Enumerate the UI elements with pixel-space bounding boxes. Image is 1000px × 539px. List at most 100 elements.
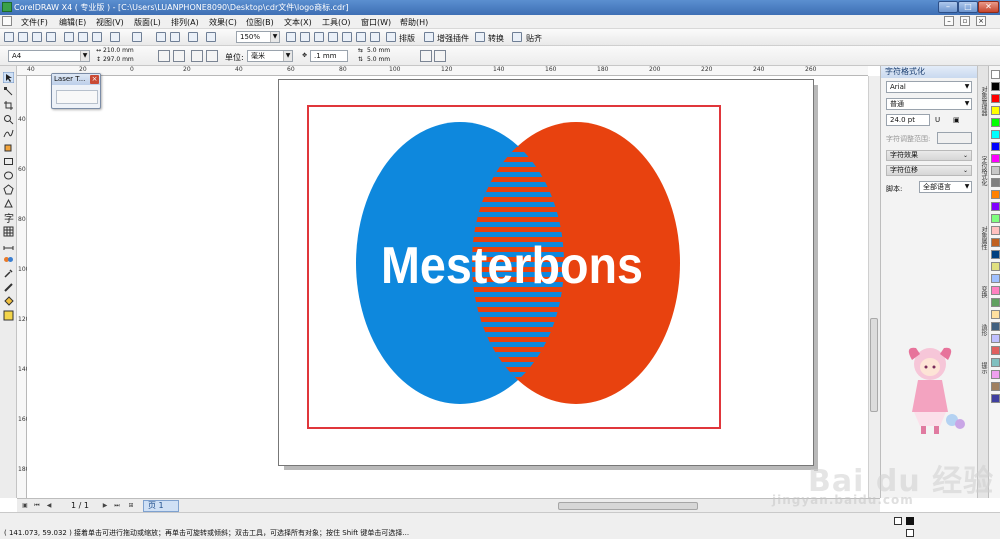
table-tool-icon[interactable]: [3, 226, 14, 237]
duplicate-x-field[interactable]: 5.0 mm: [367, 47, 390, 54]
page-width-field[interactable]: 210.0 mm: [103, 47, 134, 54]
all-pages-button[interactable]: [191, 50, 203, 62]
palette-swatch[interactable]: [991, 310, 1000, 319]
tab-character-formatting[interactable]: 字符格式化: [979, 156, 988, 216]
font-style-select[interactable]: 普通 ▼: [886, 98, 972, 110]
palette-swatch[interactable]: [991, 118, 1000, 127]
next-page-button[interactable]: ▶: [101, 502, 109, 510]
menu-window[interactable]: 窗口(W): [361, 17, 391, 28]
redo-icon[interactable]: [132, 32, 142, 42]
convert-button[interactable]: 转换: [488, 33, 504, 44]
palette-swatch[interactable]: [991, 238, 1000, 247]
palette-swatch[interactable]: [991, 130, 1000, 139]
plugin-icon[interactable]: [424, 32, 434, 42]
print-icon[interactable]: [46, 32, 56, 42]
palette-swatch[interactable]: [991, 154, 1000, 163]
zoom-width-icon[interactable]: [356, 32, 366, 42]
doc-restore-button[interactable]: ▫: [960, 16, 970, 26]
palette-swatch[interactable]: [991, 214, 1000, 223]
vertical-ruler[interactable]: 40 60 80 100 120 140 160 180: [17, 76, 29, 498]
open-folder-icon[interactable]: [18, 32, 28, 42]
zoom-all-icon[interactable]: [328, 32, 338, 42]
options-button[interactable]: [434, 50, 446, 62]
zoom-in-icon[interactable]: [286, 32, 296, 42]
horizontal-ruler[interactable]: 40 20 0 20 40 60 80 100 120 140 160 180 …: [17, 66, 868, 76]
text-tool-icon[interactable]: 字: [3, 212, 14, 225]
rectangle-tool-icon[interactable]: [3, 156, 14, 167]
snap-icon[interactable]: [512, 32, 522, 42]
palette-swatch[interactable]: [991, 226, 1000, 235]
smart-fill-tool-icon[interactable]: [3, 142, 14, 153]
menu-help[interactable]: 帮助(H): [400, 17, 428, 28]
menu-bitmaps[interactable]: 位图(B): [246, 17, 274, 28]
polygon-tool-icon[interactable]: [3, 184, 14, 195]
palette-swatch[interactable]: [991, 334, 1000, 343]
interactive-fill-tool-icon[interactable]: [3, 310, 14, 321]
palette-swatch[interactable]: [991, 298, 1000, 307]
snap-button[interactable]: 贴齐: [526, 33, 542, 44]
zoom-tool-icon[interactable]: [3, 114, 14, 125]
fill-tool-icon[interactable]: [3, 296, 14, 307]
outline-swatch[interactable]: [906, 529, 914, 537]
palette-swatch[interactable]: [991, 370, 1000, 379]
palette-swatch[interactable]: [991, 346, 1000, 355]
dimension-tool-icon[interactable]: [3, 240, 14, 251]
zoom-level-select[interactable]: 150% ▼: [236, 31, 280, 43]
palette-swatch[interactable]: [991, 82, 1000, 91]
outline-swatch[interactable]: [906, 517, 914, 525]
menu-text[interactable]: 文本(X): [284, 17, 312, 28]
logo-artwork[interactable]: Mesterbons: [308, 107, 720, 427]
plugin-button[interactable]: 增强插件: [437, 33, 469, 44]
logo-text[interactable]: Mesterbons: [381, 237, 643, 295]
zoom-selected-icon[interactable]: [314, 32, 324, 42]
palette-swatch[interactable]: [991, 250, 1000, 259]
laser-tools-window[interactable]: Laser T... ×: [51, 73, 101, 109]
underline-icon[interactable]: U: [935, 116, 940, 124]
drawing-canvas[interactable]: Mesterbons: [27, 76, 868, 498]
tab-shaping[interactable]: 造形: [979, 324, 988, 354]
duplicate-y-field[interactable]: 5.0 mm: [367, 56, 390, 63]
script-select[interactable]: 全部语言 ▼: [919, 181, 972, 193]
zoom-height-icon[interactable]: [370, 32, 380, 42]
doc-minimize-button[interactable]: –: [944, 16, 954, 26]
minimize-button[interactable]: –: [938, 1, 958, 13]
menu-edit[interactable]: 编辑(E): [59, 17, 86, 28]
font-select[interactable]: Arial ▼: [886, 81, 972, 93]
palette-swatch[interactable]: [991, 106, 1000, 115]
ellipse-tool-icon[interactable]: [3, 170, 14, 181]
basic-shapes-tool-icon[interactable]: [3, 198, 14, 209]
menu-arrange[interactable]: 排列(A): [171, 17, 199, 28]
treat-as-filled-button[interactable]: [420, 50, 432, 62]
prev-page-button[interactable]: ◀: [45, 502, 53, 510]
character-shift-section[interactable]: 字符位移 ⌄: [886, 165, 972, 176]
tab-hints[interactable]: 提示: [979, 362, 988, 392]
palette-swatch[interactable]: [991, 358, 1000, 367]
landscape-button[interactable]: [173, 50, 185, 62]
welcome-screen-icon[interactable]: [206, 32, 216, 42]
kerning-field[interactable]: [937, 132, 972, 144]
undo-icon[interactable]: [110, 32, 120, 42]
palette-swatch[interactable]: [991, 322, 1000, 331]
page-height-field[interactable]: 297.0 mm: [103, 56, 134, 63]
document-icon[interactable]: [2, 16, 12, 26]
layout-button[interactable]: 排版: [399, 33, 415, 44]
tab-object-properties[interactable]: 对象属性: [979, 226, 988, 276]
menu-effects[interactable]: 效果(C): [209, 17, 237, 28]
layout-icon[interactable]: [386, 32, 396, 42]
zoom-out-icon[interactable]: [300, 32, 310, 42]
palette-swatch[interactable]: [991, 394, 1000, 403]
horizontal-scroll-thumb[interactable]: [558, 502, 698, 510]
current-page-button[interactable]: [206, 50, 218, 62]
fill-swatch[interactable]: [894, 517, 902, 525]
crop-tool-icon[interactable]: [3, 100, 14, 111]
tab-transform[interactable]: 变换: [979, 286, 988, 316]
tab-object-manager[interactable]: 对象管理器: [979, 86, 988, 146]
palette-swatch[interactable]: [991, 202, 1000, 211]
cut-icon[interactable]: [64, 32, 74, 42]
paper-type-select[interactable]: A4 ▼: [8, 50, 90, 62]
zoom-page-icon[interactable]: [342, 32, 352, 42]
shape-tool-icon[interactable]: [3, 86, 14, 97]
doc-close-button[interactable]: ×: [976, 16, 986, 26]
add-page-button[interactable]: ⊞: [127, 502, 135, 510]
palette-swatch[interactable]: [991, 262, 1000, 271]
